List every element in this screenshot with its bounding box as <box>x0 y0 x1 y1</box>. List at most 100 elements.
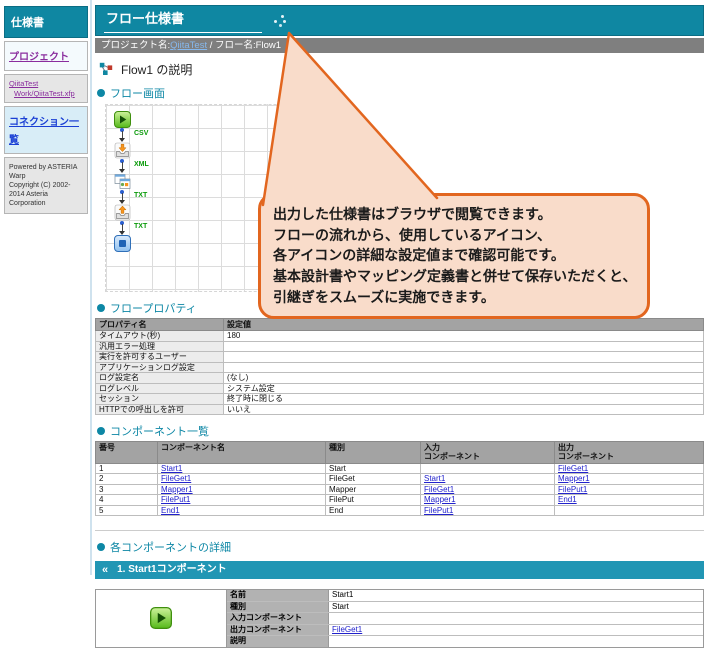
property-value <box>224 362 704 373</box>
component-link[interactable]: FilePut1 <box>558 485 587 494</box>
section-divider <box>95 530 704 531</box>
component-link[interactable]: FileGet1 <box>161 474 191 483</box>
component-list-table: 番号コンポーネント名種別入力 コンポーネント出力 コンポーネント 1Start1… <box>95 441 704 516</box>
stream-type-label: TXT <box>134 223 147 230</box>
sidebar-connection-box: コネクション一覧 <box>4 106 88 154</box>
component-link[interactable]: FileGet1 <box>558 464 588 473</box>
component-number: 4 <box>96 495 158 506</box>
copyright-text: Corporation <box>9 199 83 208</box>
property-name: セッション <box>96 394 224 405</box>
detail-value <box>329 636 703 647</box>
annotation-callout: 出力した仕様書はブラウザで閲覧できます。 フローの流れから、使用しているアイコン… <box>258 193 650 319</box>
property-value <box>224 341 704 352</box>
stream-type-label: CSV <box>134 130 148 137</box>
component-link[interactable]: FileGet1 <box>424 485 454 494</box>
start-node-icon <box>114 111 131 128</box>
component-link[interactable]: Start1 <box>161 464 182 473</box>
component-link[interactable]: Start1 <box>424 474 445 483</box>
component-name-cell: End1 <box>158 505 326 516</box>
component-number: 5 <box>96 505 158 516</box>
flow-connector: CSV <box>114 128 131 142</box>
frame-divider <box>90 0 92 575</box>
property-value: (なし) <box>224 373 704 384</box>
flow-connector: XML <box>114 159 131 173</box>
component-number: 3 <box>96 484 158 495</box>
flow-property-row: 実行を許可するユーザー <box>96 352 704 363</box>
detail-row: 名前Start1 <box>227 590 703 602</box>
project-name-link[interactable]: QiitaTest <box>170 40 207 51</box>
sidebar-title: 仕様書 <box>4 6 88 38</box>
flow-property-row: タイムアウト(秒)180 <box>96 331 704 342</box>
fileput-node-icon <box>114 204 131 221</box>
component-row: 4FilePut1FilePutMapper1End1 <box>96 495 704 506</box>
page-title: フロー仕様書 <box>104 8 262 33</box>
component-link[interactable]: Mapper1 <box>558 474 590 483</box>
component-type: End <box>326 505 421 516</box>
input-component-cell: FilePut1 <box>421 505 555 516</box>
detail-row: 出力コンポーネントFileGet1 <box>227 625 703 637</box>
column-header: 入力 コンポーネント <box>421 442 555 463</box>
component-type: Start <box>326 463 421 474</box>
column-header: 出力 コンポーネント <box>555 442 704 463</box>
input-component-cell: Mapper1 <box>421 495 555 506</box>
section-label: フロー画面 <box>110 85 165 101</box>
section-label: フロープロパティ <box>110 300 197 316</box>
column-header: 番号 <box>96 442 158 463</box>
component-detail-header: « 1. Start1コンポーネント <box>95 561 704 579</box>
component-name-cell: FilePut1 <box>158 495 326 506</box>
bullet-icon <box>97 304 105 312</box>
callout-line: 基本設計書やマッピング定義書と併せて保存いただくと、 <box>273 266 635 287</box>
column-header: プロパティ名 <box>96 319 224 331</box>
breadcrumb-separator: / <box>207 40 215 51</box>
component-detail-table: 名前Start1種別Start入力コンポーネント出力コンポーネントFileGet… <box>95 589 704 648</box>
input-component-cell <box>421 463 555 474</box>
powered-by-text: Powered by ASTERIA Warp <box>9 163 83 181</box>
sidebar-item-project[interactable]: プロジェクト <box>9 52 69 63</box>
bullet-icon <box>97 543 105 551</box>
flow-connector: TXT <box>114 190 131 204</box>
title-bar: フロー仕様書 <box>95 5 704 36</box>
callout-line: 出力した仕様書はブラウザで閲覧できます。 <box>273 204 635 225</box>
component-detail-title: 1. Start1コンポーネント <box>117 561 226 579</box>
bullet-icon <box>97 427 105 435</box>
sidebar: 仕様書 プロジェクト QiitaTest Work/QiitaTest.xfp … <box>4 6 88 214</box>
sidebar-item-connections[interactable]: コネクション一覧 <box>9 117 79 146</box>
component-link[interactable]: Mapper1 <box>161 485 193 494</box>
component-number: 1 <box>96 463 158 474</box>
project-file-link[interactable]: Work/QiitaTest.xfp <box>14 89 83 98</box>
component-link[interactable]: FileGet1 <box>332 625 362 634</box>
component-link[interactable]: Mapper1 <box>424 495 456 504</box>
property-value <box>224 352 704 363</box>
section-flow-screen: フロー画面 <box>97 87 704 99</box>
component-link[interactable]: FilePut1 <box>424 506 453 515</box>
project-file-link[interactable]: QiitaTest <box>9 79 83 88</box>
property-name: HTTPでの呼出しを許可 <box>96 404 224 415</box>
component-link[interactable]: End1 <box>161 506 180 515</box>
output-component-cell: FileGet1 <box>555 463 704 474</box>
fileget-node-icon <box>114 142 131 159</box>
component-row: 1Start1 Start FileGet1 <box>96 463 704 474</box>
flow-connector: TXT <box>114 221 131 235</box>
sidebar-project-box: プロジェクト <box>4 41 88 71</box>
flow-description-row: Flow1 の説明 <box>99 61 704 77</box>
component-type: Mapper <box>326 484 421 495</box>
detail-label: 名前 <box>227 590 329 601</box>
detail-value: Start1 <box>329 590 703 601</box>
flow-property-row: 汎用エラー処理 <box>96 341 704 352</box>
column-header: 種別 <box>326 442 421 463</box>
flow-name-value: Flow1 <box>256 40 281 51</box>
start-component-icon <box>96 590 227 647</box>
flow-name-label: フロー名: <box>215 40 256 51</box>
end-node-icon <box>114 235 131 252</box>
flow-property-row: ログ設定名(なし) <box>96 373 704 384</box>
component-link[interactable]: End1 <box>558 495 577 504</box>
mapper-node-icon <box>114 173 131 190</box>
component-link[interactable]: FilePut1 <box>161 495 190 504</box>
property-name: ログレベル <box>96 383 224 394</box>
property-name: アプリケーションログ設定 <box>96 362 224 373</box>
detail-value: FileGet1 <box>329 625 703 636</box>
property-name: 汎用エラー処理 <box>96 341 224 352</box>
stream-type-label: XML <box>134 161 149 168</box>
detail-label: 種別 <box>227 602 329 613</box>
flow-property-row: セッション終了時に閉じる <box>96 394 704 405</box>
